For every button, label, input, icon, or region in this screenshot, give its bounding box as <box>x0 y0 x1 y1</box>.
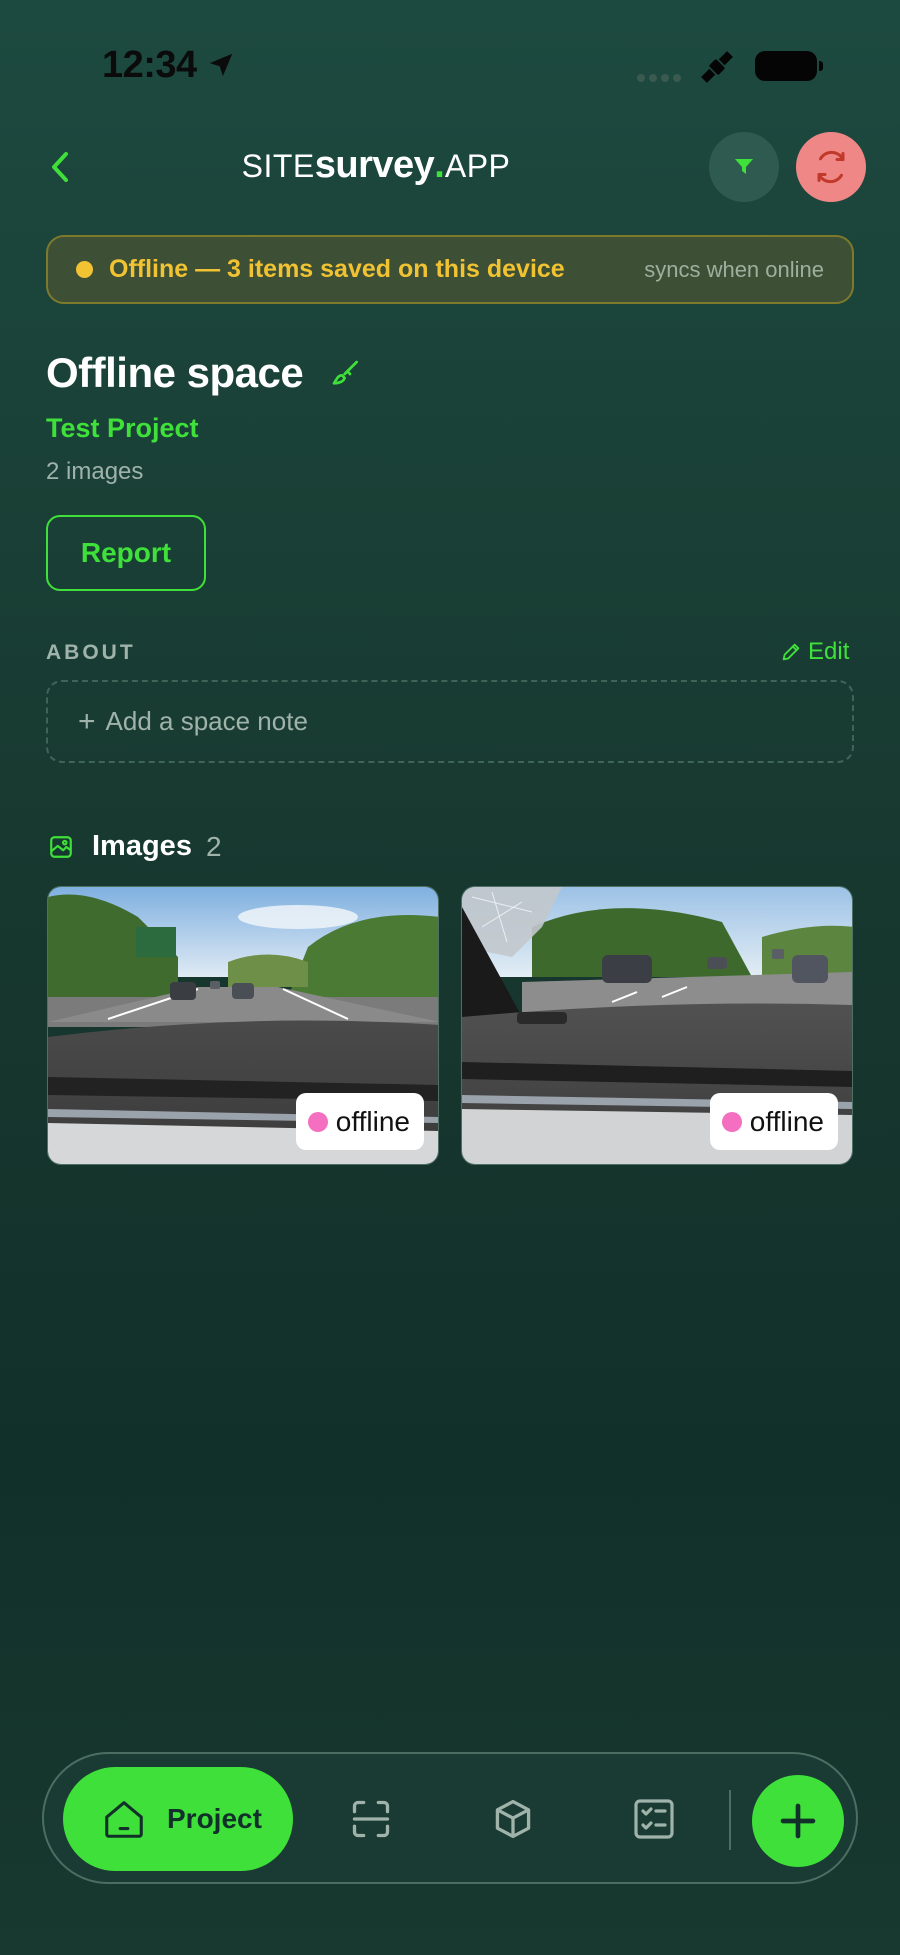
scan-icon <box>352 1800 390 1838</box>
plus-icon <box>780 1803 816 1839</box>
nav-project-tab[interactable]: Project <box>63 1767 293 1871</box>
about-edit-button[interactable]: Edit <box>780 638 849 666</box>
about-edit-label: Edit <box>808 638 850 665</box>
nav-3d-tab[interactable] <box>478 1784 548 1854</box>
about-label: ABOUT <box>46 641 136 664</box>
brand-dot: . <box>434 144 445 186</box>
image-thumbnail[interactable]: offline <box>47 886 439 1165</box>
offline-badge-dot <box>721 1111 742 1132</box>
note-placeholder: Add a space note <box>105 706 308 736</box>
brand-site: SITE <box>241 148 315 184</box>
checklist-icon <box>634 1799 674 1839</box>
status-bar: 12:34 <box>0 0 900 130</box>
sync-button[interactable] <box>796 132 866 202</box>
offline-badge: offline <box>295 1093 424 1150</box>
image-icon <box>48 834 74 865</box>
images-section-count: 2 <box>206 831 222 862</box>
nav-project-label: Project <box>167 1803 262 1834</box>
offline-badge-label: offline <box>335 1105 410 1137</box>
home-icon <box>105 1801 143 1838</box>
add-button[interactable] <box>752 1775 844 1867</box>
nav-scan-tab[interactable] <box>336 1784 406 1854</box>
battery-icon <box>755 51 823 81</box>
project-name-link[interactable]: Test Project <box>46 413 199 444</box>
offline-status-dot <box>76 261 93 278</box>
signal-dots-icon <box>636 70 684 88</box>
offline-badge: offline <box>709 1093 838 1150</box>
status-time: 12:34 <box>102 44 197 86</box>
nav-divider <box>729 1790 731 1850</box>
sync-icon <box>817 150 845 184</box>
brand-survey: survey <box>314 144 435 186</box>
offline-banner-sync-note: syncs when online <box>644 256 824 282</box>
filter-icon <box>735 159 753 174</box>
filter-button[interactable] <box>709 132 779 202</box>
offline-banner: Offline — 3 items saved on this device s… <box>46 235 854 304</box>
add-space-note-button[interactable]: + Add a space note <box>46 680 854 763</box>
location-arrow-icon <box>206 50 236 85</box>
cube-icon <box>495 1799 531 1839</box>
satellite-icon <box>697 47 737 92</box>
offline-banner-message: Offline — 3 items saved on this device <box>109 255 565 283</box>
pencil-icon <box>782 643 800 661</box>
app-logo: SITEsurvey.APP <box>0 144 752 187</box>
image-count: 2 images <box>46 458 144 485</box>
bottom-nav: Project <box>42 1752 858 1884</box>
brand-app: APP <box>444 148 511 184</box>
report-button[interactable]: Report <box>46 515 206 591</box>
brush-icon[interactable] <box>330 358 362 395</box>
image-thumbnail[interactable]: offline <box>461 886 853 1165</box>
nav-tasks-tab[interactable] <box>619 1784 689 1854</box>
note-plus: + <box>78 704 96 738</box>
offline-badge-dot <box>307 1111 328 1132</box>
space-title: Offline space <box>46 349 304 396</box>
offline-badge-label: offline <box>749 1105 824 1137</box>
images-section-title: Images <box>92 830 192 862</box>
